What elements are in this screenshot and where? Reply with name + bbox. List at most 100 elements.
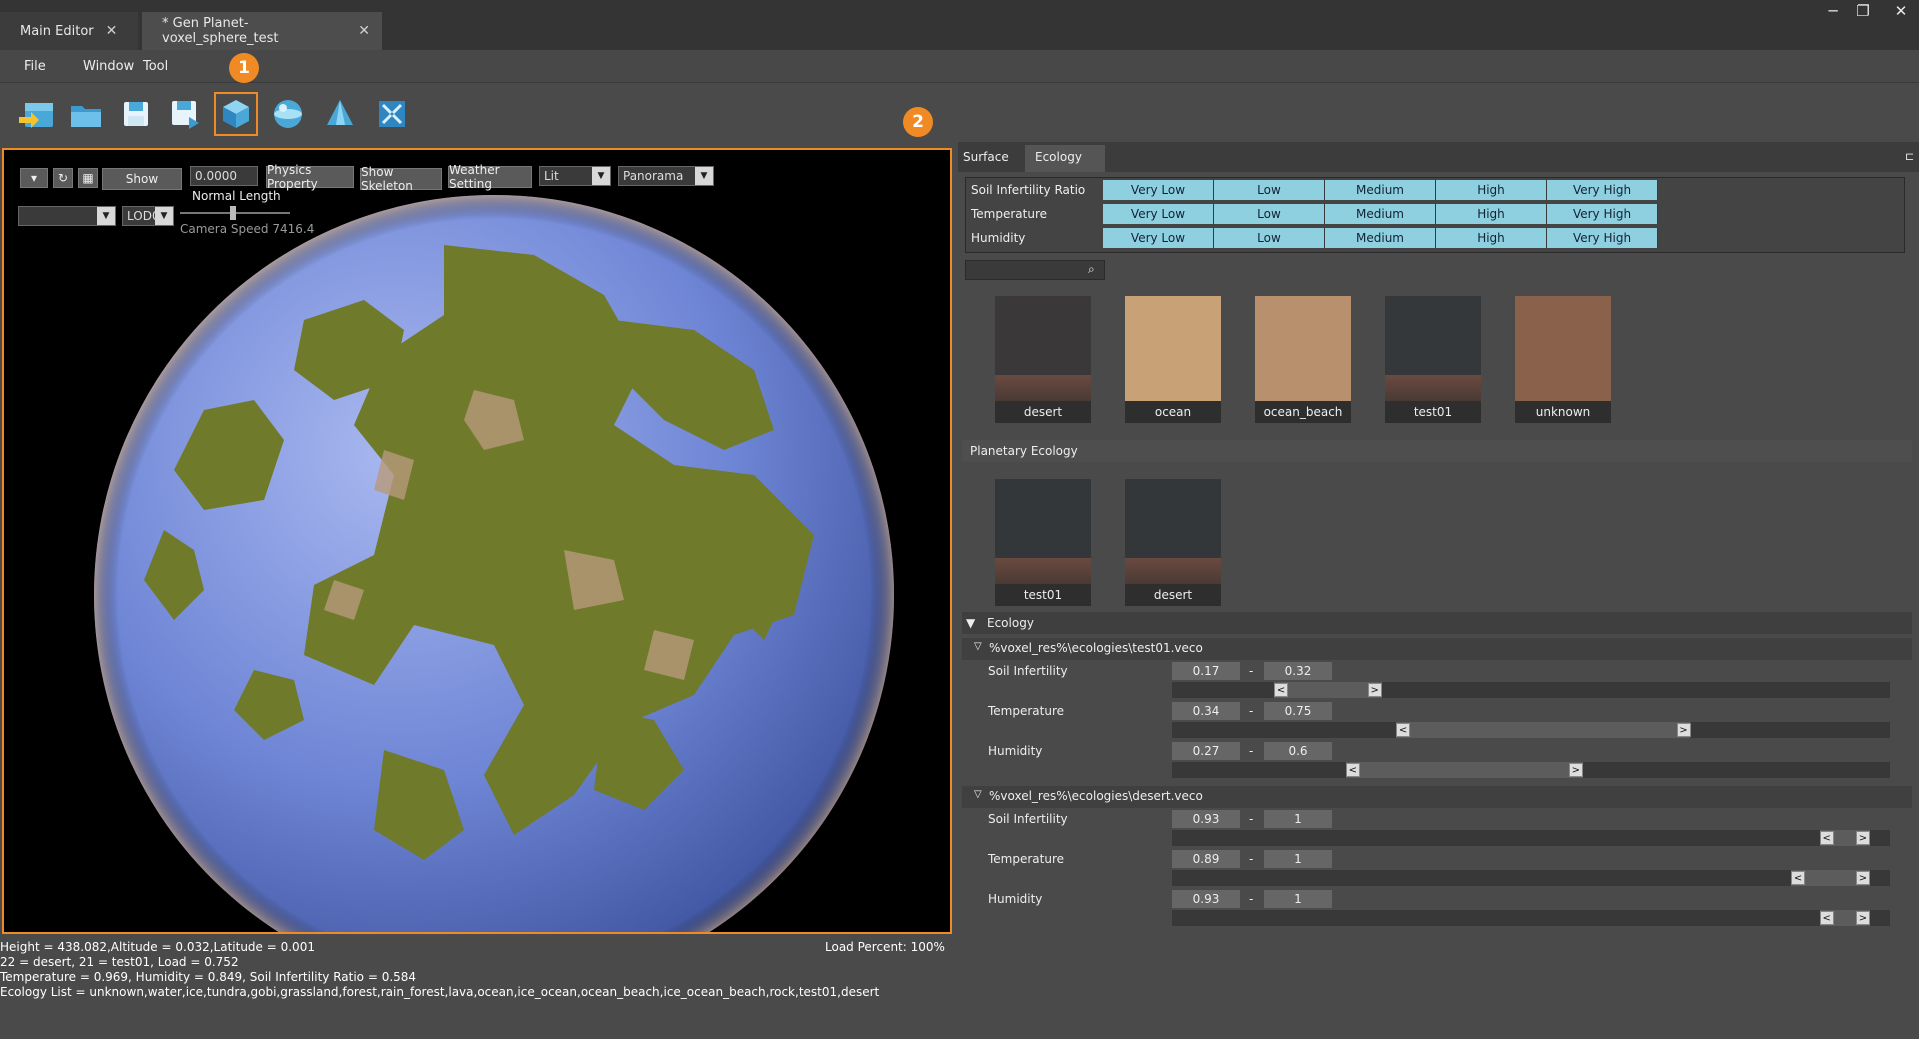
cone-button[interactable] — [318, 92, 362, 136]
matrix-cell[interactable]: Medium — [1325, 204, 1436, 224]
param-range-fill[interactable] — [1396, 722, 1691, 738]
param-min-input[interactable]: 0.34 — [1172, 702, 1240, 720]
search-input[interactable] — [965, 260, 1105, 280]
matrix-cell[interactable]: Medium — [1325, 180, 1436, 200]
tab-gen-planet[interactable]: * Gen Planet-voxel_sphere_test ✕ — [142, 12, 382, 50]
grid-toggle-button[interactable]: ▦ — [78, 168, 98, 188]
show-skeleton-button[interactable]: Show Skeleton — [360, 165, 442, 193]
weather-setting-button[interactable]: Weather Setting — [448, 163, 532, 191]
range-max-handle[interactable]: > — [1568, 763, 1583, 777]
ecology-thumbnail[interactable]: desert — [1125, 479, 1221, 606]
tab-main-editor[interactable]: Main Editor ✕ — [0, 12, 138, 50]
range-min-handle[interactable]: < — [1345, 763, 1360, 777]
sphere-button[interactable] — [266, 92, 310, 136]
open-folder-button[interactable] — [64, 92, 108, 136]
matrix-row-label: Soil Infertility Ratio — [971, 183, 1086, 197]
range-min-handle[interactable]: < — [1396, 723, 1411, 737]
fit-view-button[interactable] — [370, 92, 414, 136]
show-button[interactable]: Show — [102, 168, 182, 190]
ecology-thumbnail[interactable]: desert — [995, 296, 1091, 423]
expand-icon[interactable]: ▽ — [974, 789, 982, 800]
matrix-cell[interactable]: Low — [1214, 228, 1325, 248]
param-min-input[interactable]: 0.27 — [1172, 742, 1240, 760]
param-max-input[interactable]: 1 — [1264, 810, 1332, 828]
param-max-input[interactable]: 1 — [1264, 850, 1332, 868]
close-icon[interactable]: ✕ — [358, 23, 370, 39]
range-min-handle[interactable]: < — [1819, 911, 1834, 925]
matrix-cell[interactable]: Low — [1214, 180, 1325, 200]
ecology-section-header[interactable] — [962, 612, 1912, 634]
matrix-cell[interactable]: Very Low — [1103, 228, 1214, 248]
ecology-thumbnail[interactable]: ocean — [1125, 296, 1221, 423]
param-min-input[interactable]: 0.89 — [1172, 850, 1240, 868]
param-range-track[interactable] — [1172, 910, 1890, 926]
range-min-handle[interactable]: < — [1819, 831, 1834, 845]
param-min-input[interactable]: 0.93 — [1172, 890, 1240, 908]
menu-tool[interactable]: Tool — [143, 59, 168, 74]
ecology-thumbnail[interactable]: ocean_beach — [1255, 296, 1351, 423]
matrix-cell[interactable]: Low — [1214, 204, 1325, 224]
ecology-thumbnail[interactable]: unknown — [1515, 296, 1611, 423]
ecology-thumbnail[interactable]: test01 — [1385, 296, 1481, 423]
chevron-down-icon: ▼ — [155, 207, 173, 225]
menu-file[interactable]: File — [24, 59, 46, 74]
param-range-track[interactable] — [1172, 870, 1890, 886]
close-icon[interactable]: ✕ — [106, 23, 118, 39]
close-window-button[interactable]: ✕ — [1886, 0, 1916, 22]
matrix-cell[interactable]: High — [1436, 204, 1547, 224]
matrix-cell[interactable]: Medium — [1325, 228, 1436, 248]
param-max-input[interactable]: 0.32 — [1264, 662, 1332, 680]
menu-window[interactable]: Window — [83, 59, 134, 74]
matrix-cell[interactable]: High — [1436, 228, 1547, 248]
menu-bar — [0, 50, 1919, 82]
expand-icon[interactable]: ▽ — [974, 641, 982, 652]
lit-dropdown[interactable]: Lit ▼ — [539, 166, 611, 186]
step-badge-2: 2 — [903, 107, 933, 137]
param-max-input[interactable]: 0.75 — [1264, 702, 1332, 720]
restore-button[interactable]: ❐ — [1848, 0, 1878, 22]
param-min-input[interactable]: 0.17 — [1172, 662, 1240, 680]
param-range-track[interactable] — [1172, 830, 1890, 846]
save-button[interactable] — [114, 92, 158, 136]
preset-dropdown[interactable]: ▼ — [18, 206, 116, 226]
view-menu-button[interactable]: ▾ — [20, 168, 48, 188]
normal-length-input[interactable]: 0.0000 — [190, 166, 258, 186]
pin-icon[interactable]: ⊏ — [1905, 150, 1914, 163]
range-max-handle[interactable]: > — [1676, 723, 1691, 737]
camera-speed-handle[interactable] — [230, 206, 236, 220]
refresh-button[interactable]: ↻ — [53, 168, 73, 188]
cube-button[interactable] — [214, 92, 258, 136]
param-max-input[interactable]: 1 — [1264, 890, 1332, 908]
matrix-cell[interactable]: Very High — [1547, 228, 1658, 248]
panorama-dropdown[interactable]: Panorama ▼ — [618, 166, 714, 186]
matrix-cell[interactable]: High — [1436, 180, 1547, 200]
range-max-handle[interactable]: > — [1856, 831, 1870, 845]
matrix-cell[interactable]: Very High — [1547, 204, 1658, 224]
range-max-handle[interactable]: > — [1856, 911, 1870, 925]
import-button[interactable] — [14, 92, 58, 136]
save-as-button[interactable] — [164, 92, 208, 136]
range-max-handle[interactable]: > — [1856, 871, 1870, 885]
range-min-handle[interactable]: < — [1274, 683, 1289, 697]
tab-surface[interactable]: Surface — [963, 150, 1009, 164]
tab-ecology[interactable]: Ecology — [1035, 150, 1082, 164]
lod-dropdown[interactable]: LOD0 ▼ — [122, 206, 174, 226]
viewport[interactable]: ▾ ↻ ▦ Show 0.0000 Normal Length Physics … — [2, 148, 952, 934]
physics-property-button[interactable]: Physics Property — [266, 163, 354, 191]
matrix-cell[interactable]: Very Low — [1103, 180, 1214, 200]
collapse-icon[interactable]: ▼ — [966, 616, 975, 630]
status-line-3: Temperature = 0.969, Humidity = 0.849, S… — [0, 970, 417, 984]
minimize-button[interactable]: ─ — [1818, 0, 1848, 22]
search-icon[interactable]: ⌕ — [1088, 262, 1095, 277]
thumbnail-label: ocean — [1125, 401, 1221, 423]
param-max-input[interactable]: 0.6 — [1264, 742, 1332, 760]
matrix-cell[interactable]: Very Low — [1103, 204, 1214, 224]
range-min-handle[interactable]: < — [1791, 871, 1806, 885]
matrix-cell[interactable]: Very High — [1547, 180, 1658, 200]
param-range-fill[interactable] — [1345, 762, 1583, 778]
range-max-handle[interactable]: > — [1367, 683, 1382, 697]
param-range-fill[interactable] — [1274, 682, 1382, 698]
param-min-input[interactable]: 0.93 — [1172, 810, 1240, 828]
thumbnail-label: ocean_beach — [1255, 401, 1351, 423]
ecology-thumbnail[interactable]: test01 — [995, 479, 1091, 606]
